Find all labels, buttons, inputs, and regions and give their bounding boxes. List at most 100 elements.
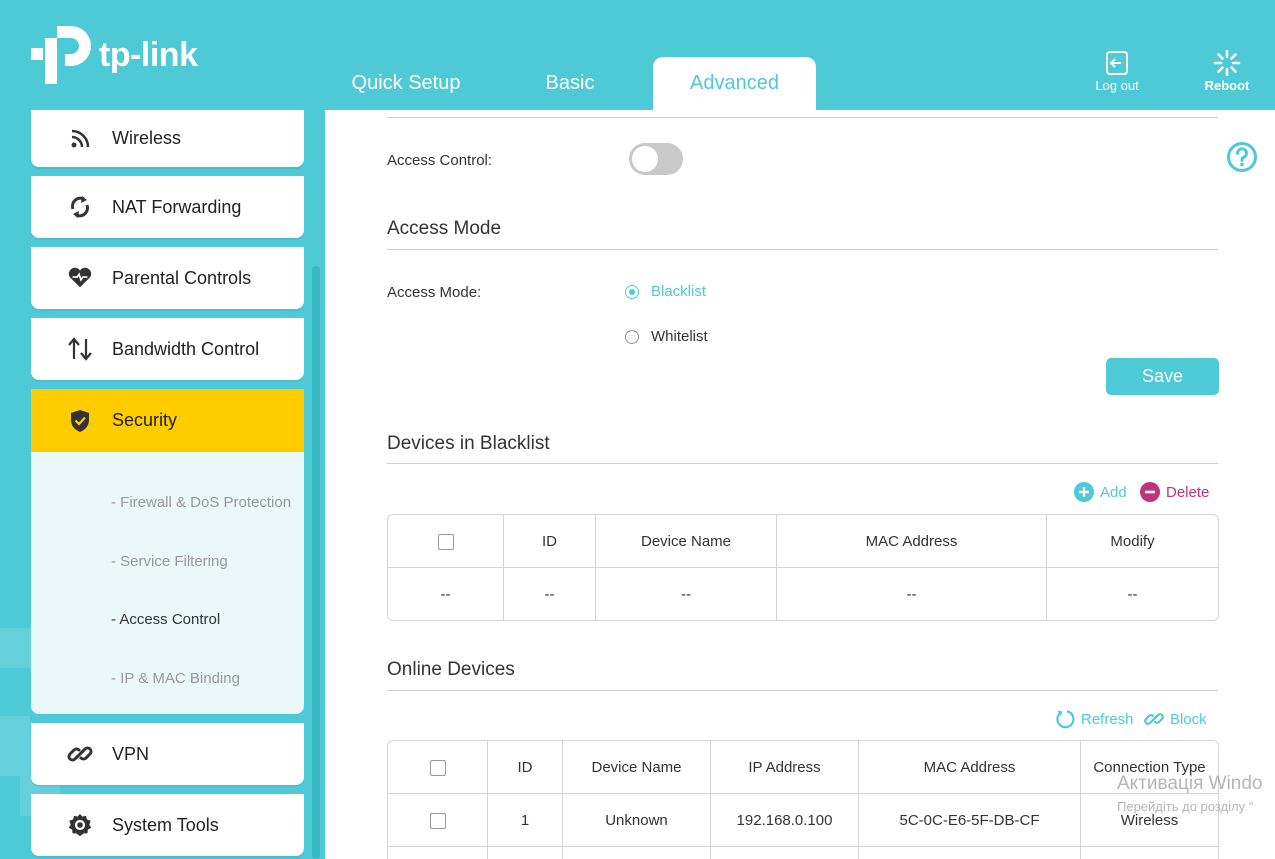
windows-activation-watermark: Активація Windo [1117,773,1263,794]
delete-label: Delete [1166,483,1210,501]
column-header: ID [488,741,563,794]
blacklist-table: ID Device Name MAC Address Modify -- -- … [387,514,1219,621]
sidebar-item-nat-forwarding[interactable]: NAT Forwarding [31,176,304,238]
reboot-label: Reboot [1204,78,1250,93]
submenu-ip-mac-binding[interactable]: - IP & MAC Binding [111,670,240,687]
tp-link-logo: tp-link [31,24,198,86]
shield-icon [67,408,93,434]
table-row[interactable]: 1 Unknown 192.168.0.100 5C-0C-E6-5F-DB-C… [388,794,1218,847]
blacklist-title: Devices in Blacklist [387,433,550,454]
access-control-label: Access Control: [387,152,493,169]
security-submenu: - Firewall & DoS Protection - Service Fi… [31,452,304,714]
tab-basic[interactable]: Basic [495,57,645,110]
cell: 5C-0C-E6-5F-DB-CF [859,794,1081,847]
add-icon [1074,482,1094,502]
logout-label: Log out [1095,78,1139,93]
access-mode-label: Access Mode: [387,284,482,301]
wifi-icon [67,126,93,152]
select-all-checkbox[interactable] [437,533,454,550]
refresh-label: Refresh [1081,710,1134,728]
tab-quick-setup[interactable]: Quick Setup [331,57,481,110]
online-devices-title: Online Devices [387,659,515,680]
help-icon[interactable] [1226,141,1258,173]
radio-button[interactable] [625,284,639,299]
sidebar-item-system-tools[interactable]: System Tools [31,794,304,856]
column-header: IP Address [711,741,859,794]
divider [387,249,1218,250]
logo-text: tp-link [99,35,198,74]
column-header: MAC Address [859,741,1081,794]
row-checkbox-cell [388,794,488,847]
table-row [388,847,1218,859]
updown-arrows-icon [67,336,93,362]
radio-whitelist[interactable]: Whitelist [625,328,708,345]
submenu-service-filtering[interactable]: - Service Filtering [111,553,228,570]
reboot-button[interactable]: Reboot [1200,50,1254,93]
submenu-firewall-dos[interactable]: - Firewall & DoS Protection [111,494,291,511]
heart-icon [67,265,93,291]
sidebar-item-vpn[interactable]: VPN [31,723,304,785]
add-label: Add [1100,483,1127,501]
table-row: -- -- -- -- -- [388,568,1218,620]
radio-button[interactable] [625,329,639,344]
table-header-row: ID Device Name IP Address MAC Address Co… [388,741,1218,794]
cell: 1 [488,794,563,847]
column-header: Device Name [596,515,777,568]
sidebar-scrollbar[interactable] [312,266,320,859]
tab-advanced[interactable]: Advanced [653,57,816,110]
delete-button[interactable]: Delete [1140,482,1209,502]
cell: -- [388,568,504,620]
sidebar-item-label: NAT Forwarding [112,196,242,217]
block-label: Block [1170,710,1207,728]
column-header: Device Name [563,741,711,794]
sidebar-item-label: VPN [112,743,150,764]
select-all-cell [388,741,488,794]
access-mode-title: Access Mode [387,218,502,239]
block-button[interactable]: Block [1144,709,1207,729]
sidebar-item-label: Wireless [112,128,182,148]
refresh-button[interactable]: Refresh [1055,709,1134,729]
select-all-cell [388,515,504,568]
sidebar-item-label: Parental Controls [112,267,252,288]
select-all-checkbox[interactable] [429,759,446,776]
link-icon [67,741,93,767]
sidebar-item-parental-controls[interactable]: Parental Controls [31,247,304,309]
tp-link-logo-icon [31,26,91,84]
cell: -- [1127,585,1138,603]
delete-icon [1140,482,1160,502]
access-control-toggle[interactable] [629,143,683,175]
sidebar-item-label: System Tools [112,814,219,835]
main-panel: Access Control: Access Mode Access Mode:… [325,110,1275,859]
sidebar-item-security[interactable]: Security [31,389,304,452]
reboot-icon [1213,50,1241,76]
sidebar-item-wireless[interactable]: Wireless [31,110,304,167]
logout-icon [1106,51,1128,75]
sidebar-item-bandwidth-control[interactable]: Bandwidth Control [31,318,304,380]
radio-blacklist[interactable]: Blacklist [625,283,706,300]
sidebar-item-label: Bandwidth Control [112,338,260,359]
nat-icon [67,194,93,220]
cell: -- [504,568,596,620]
row-checkbox[interactable] [429,812,446,829]
divider [387,117,1218,118]
save-button[interactable]: Save [1106,358,1219,395]
cell: Unknown [563,794,711,847]
radio-label: Whitelist [651,328,708,345]
column-header: MAC Address [777,515,1047,568]
submenu-access-control[interactable]: - Access Control [111,611,220,628]
column-header: ID [504,515,596,568]
cell: -- [777,568,1047,620]
radio-label: Blacklist [651,283,707,300]
cell: -- [596,568,777,620]
background-decoration [0,716,30,776]
divider [387,463,1218,464]
column-header: Modify [1047,515,1218,568]
divider [387,690,1218,691]
add-button[interactable]: Add [1074,482,1127,502]
online-devices-table: ID Device Name IP Address MAC Address Co… [387,740,1219,859]
windows-activation-subtext: Перейдіть до розділу " [1117,799,1254,814]
cell: 192.168.0.100 [711,794,859,847]
table-header-row: ID Device Name MAC Address Modify [388,515,1218,568]
block-link-icon [1144,709,1164,729]
logout-button[interactable]: Log out [1090,50,1144,93]
